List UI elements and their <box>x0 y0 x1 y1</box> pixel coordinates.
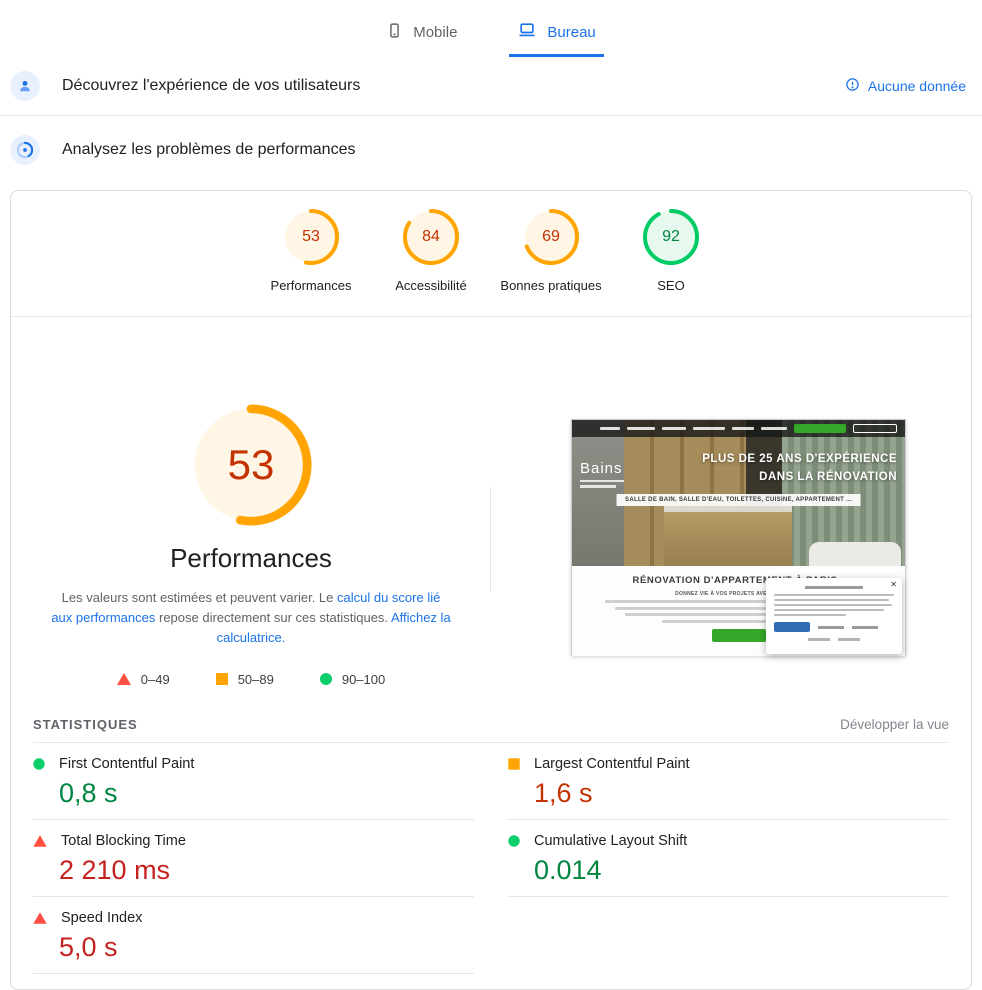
statistics-header: STATISTIQUES Développer la vue <box>11 717 971 732</box>
score-legend: 0–49 50–89 90–100 <box>116 671 386 687</box>
no-data-label: Aucune donnée <box>867 78 966 94</box>
score-label: Performances <box>270 278 352 293</box>
legend-range: 50–89 <box>237 671 274 687</box>
metric-total-blocking-time: Total Blocking Time 2 210 ms <box>33 820 474 897</box>
legend-pass: 90–100 <box>319 671 386 687</box>
section-title-analyze: Analysez les problèmes de performances <box>62 141 356 158</box>
site-logo: Bains <box>580 460 624 488</box>
device-tabs: Mobile Bureau <box>0 0 982 57</box>
tab-mobile[interactable]: Mobile <box>378 14 465 57</box>
score-label: Accessibilité <box>395 278 467 293</box>
score-value: 53 <box>302 228 320 245</box>
metric-status-icon <box>33 911 47 924</box>
cookie-close-icon: ✕ <box>890 579 897 589</box>
metric-name: Speed Index <box>61 909 143 926</box>
metric-value: 1,6 s <box>534 777 593 808</box>
expand-view-link[interactable]: Développer la vue <box>840 717 949 732</box>
score-label: SEO <box>657 278 685 293</box>
tab-bureau[interactable]: Bureau <box>509 14 604 57</box>
score-gauge-bonnes-pratiques[interactable]: 69 Bonnes pratiques <box>491 209 611 294</box>
category-gauges: 53 Performances 84 Accessibilité 69 Bonn… <box>11 191 971 316</box>
pass-circle-icon <box>319 673 332 686</box>
legend-fail: 0–49 <box>116 671 170 687</box>
legend-range: 90–100 <box>341 671 386 687</box>
column-divider <box>490 486 491 592</box>
metric-status-icon <box>33 834 47 847</box>
metric-cumulative-layout-shift: Cumulative Layout Shift 0.014 <box>508 820 949 897</box>
metric-first-contentful-paint: First Contentful Paint 0,8 s <box>33 743 474 820</box>
site-hero-title: PLUS DE 25 ANS D'EXPÉRIENCE DANS LA RÉNO… <box>702 452 897 483</box>
metric-speed-index: Speed Index 5,0 s <box>33 897 474 974</box>
score-value: 92 <box>662 228 680 245</box>
score-value: 84 <box>422 228 440 245</box>
metric-value: 0.014 <box>534 854 602 885</box>
performance-description: Les valeurs sont estimées et peuvent var… <box>50 588 452 648</box>
statistics-heading: STATISTIQUES <box>33 716 138 732</box>
tab-mobile-label: Mobile <box>413 23 458 41</box>
score-gauge-accessibilite[interactable]: 84 Accessibilité <box>371 209 491 294</box>
cookie-refuse-button <box>818 625 844 629</box>
section-analyze[interactable]: Analysez les problèmes de performances <box>0 116 982 184</box>
cookie-settings-button <box>852 625 878 629</box>
average-square-icon <box>215 673 228 686</box>
report-card: 53 Performances 84 Accessibilité 69 Bonn… <box>10 190 972 990</box>
mobile-phone-icon <box>386 22 403 43</box>
laptop-icon <box>517 20 537 44</box>
score-gauge-seo[interactable]: 92 SEO <box>611 209 731 294</box>
section-title-experience: Découvrez l'expérience de vos utilisateu… <box>62 77 361 94</box>
metric-name: Largest Contentful Paint <box>534 755 690 772</box>
metric-name: Cumulative Layout Shift <box>534 832 688 849</box>
metric-empty-cell <box>508 897 949 974</box>
score-label: Bonnes pratiques <box>500 278 602 293</box>
cookie-consent-dialog: ✕ <box>766 577 902 654</box>
performance-score-value: 53 <box>227 440 275 488</box>
metric-value: 2 210 ms <box>59 854 171 885</box>
metrics-grid: First Contentful Paint 0,8 s Largest Con… <box>11 743 971 974</box>
metric-name: First Contentful Paint <box>59 755 195 772</box>
score-gauge-performances[interactable]: 53 Performances <box>251 209 371 294</box>
performance-big-gauge: 53 <box>189 403 313 527</box>
section-user-experience[interactable]: Découvrez l'expérience de vos utilisateu… <box>0 57 982 116</box>
site-nav-green-button <box>794 423 846 433</box>
performance-detail: 53 Performances Les valeurs sont estimée… <box>11 317 971 687</box>
screenshot-column: Bains PLUS DE 25 ANS D'EXPÉRIENCE DANS L… <box>491 317 971 687</box>
cookie-accept-button <box>774 622 810 633</box>
desc-text: repose directement sur ces statistiques. <box>155 609 391 625</box>
tab-bureau-label: Bureau <box>547 23 596 41</box>
metric-value: 0,8 s <box>59 777 118 808</box>
score-value: 69 <box>542 228 560 245</box>
metric-value: 5,0 s <box>59 931 118 962</box>
legend-average: 50–89 <box>215 671 274 687</box>
metric-status-icon <box>508 834 520 847</box>
fail-triangle-icon <box>116 673 131 686</box>
users-icon <box>10 71 40 101</box>
site-hero-subtitle: SALLE DE BAIN, SALLE D'EAU, TOILETTES, C… <box>616 493 861 506</box>
speedometer-icon <box>10 135 40 165</box>
site-screenshot-thumbnail[interactable]: Bains PLUS DE 25 ANS D'EXPÉRIENCE DANS L… <box>571 418 906 656</box>
desc-text: Les valeurs sont estimées et peuvent var… <box>61 589 337 605</box>
performance-summary-column: 53 Performances Les valeurs sont estimée… <box>11 317 491 687</box>
metric-status-icon <box>508 757 520 770</box>
no-data-link[interactable]: Aucune donnée <box>845 77 966 95</box>
performance-title: Performances <box>170 542 332 573</box>
site-hero-image: Bains PLUS DE 25 ANS D'EXPÉRIENCE DANS L… <box>572 419 905 566</box>
info-icon <box>845 77 860 95</box>
site-cta-button <box>711 628 766 642</box>
metric-largest-contentful-paint: Largest Contentful Paint 1,6 s <box>508 743 949 820</box>
legend-range: 0–49 <box>140 671 170 687</box>
site-nav-outline-button <box>853 423 897 433</box>
metric-name: Total Blocking Time <box>61 832 186 849</box>
site-navbar <box>572 419 905 437</box>
metric-status-icon <box>33 757 45 770</box>
